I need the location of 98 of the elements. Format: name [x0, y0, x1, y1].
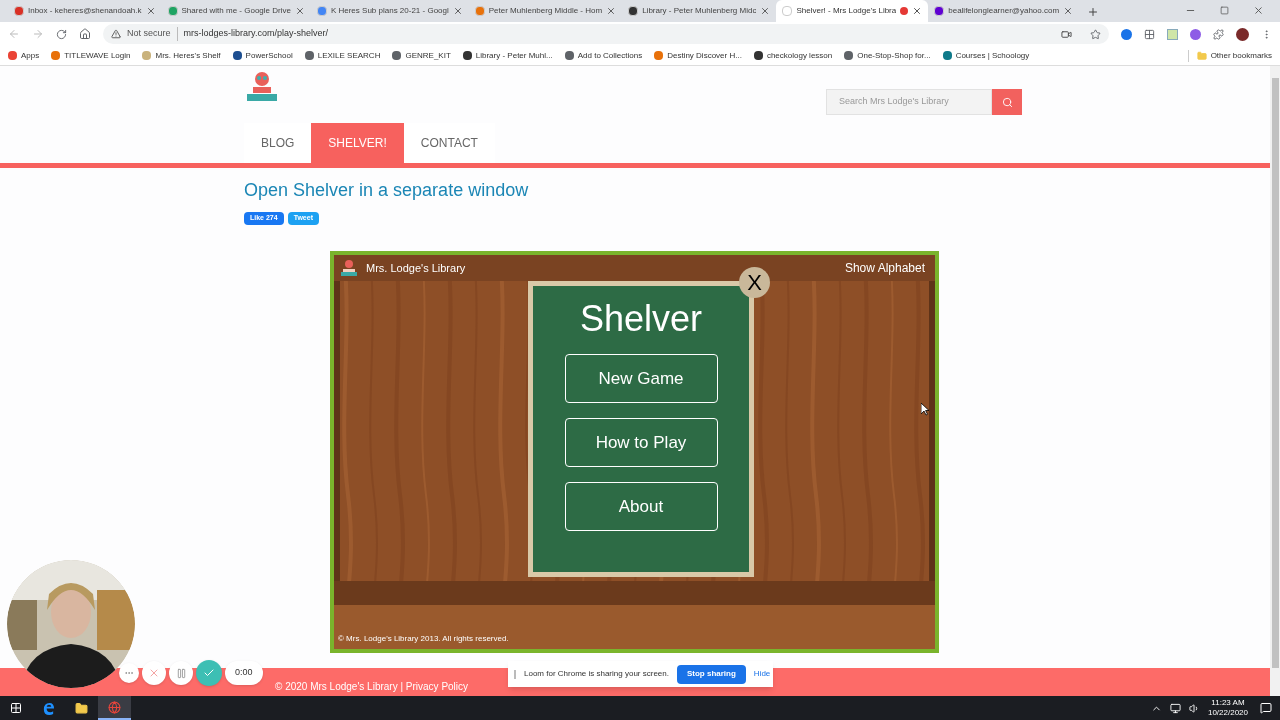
tab-favicon-icon: [14, 6, 24, 16]
pause-icon: [175, 667, 187, 679]
tab-favicon-icon: [316, 6, 327, 16]
tab-title: Library - Peter Muhlenberg Midc: [642, 5, 757, 17]
close-tab-icon[interactable]: [760, 6, 771, 16]
edge-icon[interactable]: [42, 701, 55, 715]
cursor-icon: [921, 403, 929, 416]
stop-sharing-button[interactable]: Stop sharing: [676, 664, 746, 684]
bookmark-item[interactable]: GENRE_KIT: [392, 49, 451, 62]
menu-button[interactable]: New Game: [564, 354, 718, 403]
bookmark-favicon-icon: [844, 51, 854, 60]
warning-icon: [111, 29, 121, 39]
close-tab-icon[interactable]: [294, 6, 305, 16]
sharing-message: Loom for Chrome is sharing your screen.: [524, 668, 669, 680]
grid-icon[interactable]: [1144, 28, 1155, 40]
bookmark-item[interactable]: PowerSchool: [232, 49, 293, 62]
url-text: mrs-lodges-library.com/play-shelver/: [183, 27, 328, 41]
hide-button[interactable]: Hide: [753, 668, 771, 680]
browser-tab[interactable]: Inbox - keheres@shenandoah.k: [8, 0, 162, 22]
tab-title: Shelver! - Mrs Lodge's Libra: [796, 5, 897, 17]
extension-icon[interactable]: [1190, 28, 1201, 40]
browser-tab[interactable]: Shared with me - Google Drive: [161, 0, 311, 22]
page-heading[interactable]: Open Shelver in a separate window: [244, 177, 529, 204]
tab-title: Shared with me - Google Drive: [181, 5, 291, 17]
bookmark-item[interactable]: checkology lesson: [753, 49, 833, 62]
volume-icon[interactable]: [1188, 702, 1200, 714]
game-brand: Mrs. Lodge's Library: [366, 260, 466, 276]
clock-time[interactable]: 11:23 AM: [1211, 698, 1245, 708]
tab-favicon-icon: [934, 6, 945, 16]
check-icon: [203, 667, 215, 679]
tab-title: Inbox - keheres@shenandoah.k: [28, 5, 142, 17]
tab-title: K Heres Sub plans 20-21 - Googl: [330, 5, 449, 17]
show-alphabet-link[interactable]: Show Alphabet: [844, 259, 929, 277]
bookmark-favicon-icon: [654, 51, 664, 60]
footer-text: © 2020 Mrs Lodge's Library | Privacy Policy: [275, 680, 469, 694]
close-tab-icon[interactable]: [912, 6, 923, 16]
notifications-icon[interactable]: [1260, 702, 1272, 714]
bookmark-favicon-icon: [142, 51, 152, 60]
bookmark-star-icon[interactable]: [1090, 28, 1101, 40]
tab-title: bealifelonglearner@yahoo.com: [948, 5, 1060, 17]
bookmark-item[interactable]: LEXILE SEARCH: [304, 49, 381, 62]
extension-icon[interactable]: [1167, 28, 1178, 40]
other-bookmarks[interactable]: Other bookmarks: [1187, 49, 1272, 62]
bookmark-item[interactable]: One-Stop-Shop for...: [844, 49, 931, 62]
bookmark-item[interactable]: Destiny Discover H...: [654, 49, 742, 62]
bookmark-item[interactable]: Mrs. Heres's Shelf: [142, 49, 221, 62]
bookmark-item[interactable]: Library - Peter Muhl...: [462, 49, 553, 62]
bookmark-favicon-icon: [753, 51, 763, 60]
browser-tab[interactable]: bealifelonglearner@yahoo.com: [928, 0, 1080, 22]
file-explorer-icon[interactable]: [75, 701, 88, 715]
bookmark-favicon-icon: [564, 51, 574, 60]
home-icon[interactable]: [79, 28, 91, 40]
profile-avatar[interactable]: [1236, 27, 1249, 41]
recording-timer: 0:00: [225, 661, 263, 685]
camera-icon: [1061, 28, 1072, 40]
bookmark-favicon-icon: [942, 51, 952, 60]
tab-title: Peter Muhlenberg Middle - Hom: [488, 5, 603, 17]
browser-tab[interactable]: Shelver! - Mrs Lodge's Libra: [776, 0, 929, 22]
tab-favicon-icon: [782, 6, 793, 16]
bookmark-item[interactable]: Add to Collections: [564, 49, 643, 62]
close-window-icon[interactable]: [1253, 5, 1264, 16]
bookmark-item[interactable]: TITLEWAVE Login: [51, 49, 131, 62]
browser-tab[interactable]: K Heres Sub plans 20-21 - Googl: [310, 0, 469, 22]
bookmark-favicon-icon: [232, 51, 242, 60]
close-tab-icon[interactable]: [1063, 6, 1074, 16]
game-title: Shelver: [579, 297, 703, 341]
search-icon: [1001, 96, 1013, 108]
menu-button[interactable]: About: [564, 482, 718, 531]
close-tab-icon[interactable]: [606, 6, 617, 16]
bookmark-favicon-icon: [304, 51, 314, 60]
address-field[interactable]: Not secure mrs-lodges-library.com/play-shelver/: [103, 24, 1109, 44]
bookmark-favicon-icon: [51, 51, 61, 60]
bookmark-item[interactable]: Courses | Schoology: [942, 49, 1030, 62]
bookmark-favicon-icon: [392, 51, 402, 60]
extension-icon[interactable]: [1121, 28, 1132, 40]
windows-icon[interactable]: [10, 702, 22, 714]
network-icon[interactable]: [1169, 702, 1181, 714]
browser-tab[interactable]: Library - Peter Muhlenberg Midc: [622, 0, 777, 22]
bookmark-favicon-icon: [462, 51, 472, 60]
close-icon: [148, 667, 160, 679]
tab-favicon-icon: [628, 6, 639, 16]
restore-icon[interactable]: [1220, 6, 1229, 15]
clock-date[interactable]: 10/22/2020: [1207, 708, 1248, 718]
game-copyright: © Mrs. Lodge's Library 2013. All rights reserved.: [337, 633, 510, 645]
bookmark-favicon-icon: [8, 51, 17, 60]
tab-favicon-icon: [167, 6, 178, 16]
tab-favicon-icon: [474, 6, 485, 16]
close-tab-icon[interactable]: [452, 6, 463, 16]
close-tab-icon[interactable]: [145, 6, 156, 16]
security-label: Not secure: [127, 27, 178, 41]
browser-tab[interactable]: Peter Muhlenberg Middle - Hom: [468, 0, 623, 22]
menu-button[interactable]: How to Play: [564, 418, 718, 467]
reload-icon[interactable]: [56, 28, 67, 40]
extensions-icon[interactable]: [1213, 28, 1224, 40]
folder-icon: [1196, 50, 1207, 61]
drag-handle-icon: [514, 669, 516, 679]
bookmark-item[interactable]: Apps: [8, 49, 40, 62]
new-tab-icon[interactable]: [1087, 6, 1100, 18]
